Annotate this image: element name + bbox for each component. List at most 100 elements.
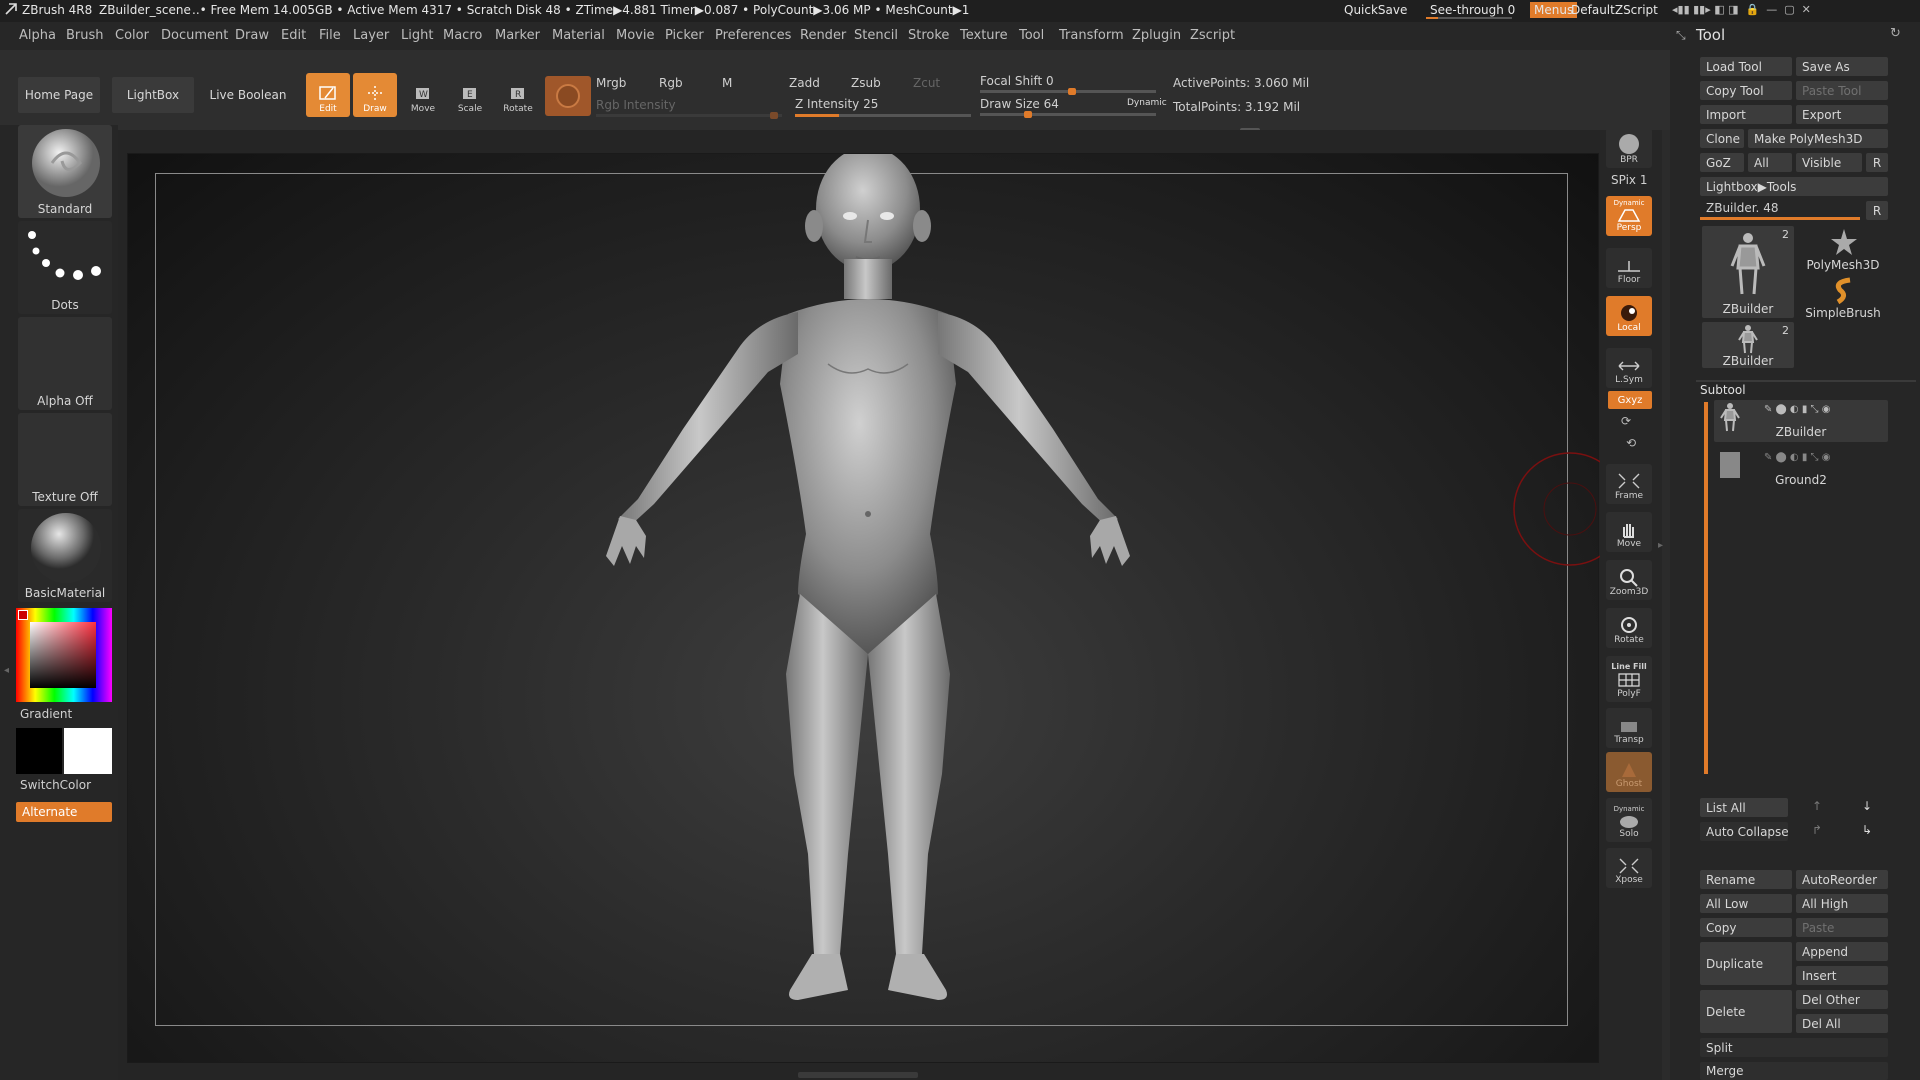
menu-document[interactable]: Document bbox=[161, 28, 228, 43]
alpha-thumbnail[interactable]: Alpha Off bbox=[18, 317, 112, 410]
draw-size-track[interactable] bbox=[980, 111, 1156, 118]
move-down-arrow-icon[interactable]: ↓ bbox=[1862, 799, 1872, 813]
right-tray-collapse-icon[interactable]: ▸ bbox=[1658, 540, 1663, 551]
layout-icons[interactable]: ◂▮▮ ▮▮▸ ◧ ◨ 🔒 — ▢ ✕ bbox=[1672, 3, 1811, 16]
frame-button[interactable]: Frame bbox=[1606, 464, 1652, 504]
menu-tool[interactable]: Tool bbox=[1019, 28, 1044, 43]
lightbox-tools-button[interactable]: Lightbox▶Tools bbox=[1700, 177, 1888, 196]
goz-button[interactable]: GoZ bbox=[1700, 153, 1744, 172]
auto-collapse-button[interactable]: Auto Collapse bbox=[1700, 822, 1789, 841]
ghost-button[interactable]: Ghost bbox=[1606, 752, 1652, 792]
export-button[interactable]: Export bbox=[1796, 105, 1888, 124]
clone-button[interactable]: Clone bbox=[1700, 129, 1744, 148]
zadd-toggle[interactable]: Zadd bbox=[789, 76, 820, 90]
scale-mode-button[interactable]: E Scale bbox=[448, 73, 492, 117]
move-view-button[interactable]: Move bbox=[1606, 512, 1652, 552]
draw-mode-button[interactable]: Draw bbox=[353, 73, 397, 117]
duplicate-button[interactable]: Duplicate bbox=[1700, 942, 1792, 985]
visibility-eye-icon[interactable]: ◉ bbox=[1822, 404, 1831, 415]
dynamic-toggle[interactable]: Dynamic bbox=[1127, 98, 1167, 108]
goz-visible-button[interactable]: Visible bbox=[1796, 153, 1862, 172]
tool-thumb-polymesh3d[interactable]: PolyMesh3D bbox=[1796, 228, 1890, 276]
draw-size-slider[interactable]: Draw Size 64 bbox=[980, 97, 1059, 111]
secondary-color-swatch[interactable] bbox=[16, 728, 62, 774]
zoom3d-button[interactable]: Zoom3D bbox=[1606, 560, 1652, 600]
move-up-arrow-icon[interactable]: ↑ bbox=[1812, 799, 1822, 813]
paste-subtool-button[interactable]: Paste bbox=[1796, 918, 1888, 937]
rgb-intensity-track[interactable] bbox=[596, 112, 782, 119]
menu-zplugin[interactable]: Zplugin bbox=[1132, 28, 1181, 43]
home-page-button[interactable]: Home Page bbox=[18, 77, 100, 113]
delete-button[interactable]: Delete bbox=[1700, 990, 1792, 1033]
left-tray-collapse-icon[interactable]: ◂ bbox=[4, 665, 10, 683]
menu-movie[interactable]: Movie bbox=[616, 28, 654, 43]
menu-macro[interactable]: Macro bbox=[443, 28, 482, 43]
solo-button[interactable]: Dynamic Solo bbox=[1606, 798, 1652, 842]
mrgb-toggle[interactable]: Mrgb bbox=[596, 76, 626, 90]
menu-texture[interactable]: Texture bbox=[960, 28, 1008, 43]
z-intensity-track[interactable] bbox=[795, 114, 971, 117]
material-color-swatch[interactable] bbox=[545, 76, 591, 116]
goz-all-button[interactable]: All bbox=[1748, 153, 1792, 172]
menu-alpha[interactable]: Alpha bbox=[19, 28, 56, 43]
list-all-button[interactable]: List All bbox=[1700, 798, 1788, 817]
merge-menu[interactable]: Merge bbox=[1700, 1062, 1888, 1080]
del-other-button[interactable]: Del Other bbox=[1796, 990, 1888, 1009]
subtool-ground2-toggles[interactable]: ✎ ⬤ ◐ ▮ ⤡ ◉ bbox=[1764, 452, 1830, 463]
switch-color-button[interactable]: SwitchColor bbox=[20, 778, 91, 792]
zbuilder-figure[interactable] bbox=[468, 154, 1228, 1064]
spix-slider[interactable]: SPix 1 bbox=[1611, 173, 1647, 187]
tool-slider-track[interactable] bbox=[1700, 217, 1860, 220]
tool-thumb-zbuilder[interactable]: 2 ZBuilder bbox=[1702, 226, 1794, 318]
tool-slider-r-button[interactable]: R bbox=[1866, 201, 1888, 220]
split-menu[interactable]: Split bbox=[1700, 1038, 1888, 1057]
see-through-track[interactable] bbox=[1426, 17, 1512, 19]
menu-edit[interactable]: Edit bbox=[281, 28, 306, 43]
material-thumbnail[interactable]: BasicMaterial bbox=[18, 509, 112, 602]
rotate-mode-button[interactable]: R Rotate bbox=[496, 73, 540, 117]
palette-dock-icon[interactable]: ↻ bbox=[1890, 26, 1901, 41]
menu-file[interactable]: File bbox=[319, 28, 341, 43]
subtool-zbuilder-toggles[interactable]: ✎ ⬤ ◐ ▮ ⤡ ◉ bbox=[1764, 404, 1830, 415]
rotate-view-button[interactable]: Rotate bbox=[1606, 608, 1652, 648]
focal-shift-track[interactable] bbox=[980, 88, 1156, 95]
menu-picker[interactable]: Picker bbox=[665, 28, 704, 43]
texture-thumbnail[interactable]: Texture Off bbox=[18, 413, 112, 506]
arrow-up-turn-icon[interactable]: ↱ bbox=[1812, 823, 1822, 837]
persp-button[interactable]: Dynamic Persp bbox=[1606, 196, 1652, 236]
stroke-thumbnail[interactable]: Dots bbox=[18, 221, 112, 314]
gradient-label[interactable]: Gradient bbox=[20, 707, 72, 721]
alternate-button[interactable]: Alternate bbox=[16, 802, 112, 822]
tool-slider[interactable]: ZBuilder. 48 bbox=[1706, 201, 1778, 215]
menu-zscript[interactable]: Zscript bbox=[1190, 28, 1235, 43]
menu-marker[interactable]: Marker bbox=[495, 28, 540, 43]
menu-preferences[interactable]: Preferences bbox=[715, 28, 791, 43]
default-zscript-button[interactable]: DefaultZScript bbox=[1571, 3, 1658, 17]
menu-material[interactable]: Material bbox=[552, 28, 605, 43]
z-intensity-slider[interactable]: Z Intensity 25 bbox=[795, 97, 878, 111]
rgb-intensity-slider[interactable]: Rgb Intensity bbox=[596, 98, 676, 112]
subtool-item-zbuilder[interactable]: ✎ ⬤ ◐ ▮ ⤡ ◉ ZBuilder bbox=[1714, 400, 1888, 442]
load-tool-button[interactable]: Load Tool bbox=[1700, 57, 1792, 76]
floor-button[interactable]: Floor bbox=[1606, 248, 1652, 288]
color-picker-square[interactable] bbox=[30, 622, 96, 688]
rotation-axis-y-icon[interactable]: ⟳ bbox=[1621, 414, 1631, 428]
tool-thumb-simplebrush[interactable]: SimpleBrush bbox=[1796, 276, 1890, 324]
menu-stroke[interactable]: Stroke bbox=[908, 28, 949, 43]
tool-thumb-zbuilder-2[interactable]: 2 ZBuilder bbox=[1702, 322, 1794, 368]
rgb-toggle[interactable]: Rgb bbox=[659, 76, 683, 90]
lsym-button[interactable]: L.Sym bbox=[1606, 348, 1652, 388]
quicksave-button[interactable]: QuickSave bbox=[1344, 3, 1407, 17]
menu-draw[interactable]: Draw bbox=[235, 28, 269, 43]
menu-brush[interactable]: Brush bbox=[66, 28, 104, 43]
subtool-item-ground2[interactable]: ✎ ⬤ ◐ ▮ ⤡ ◉ Ground2 bbox=[1714, 448, 1888, 490]
live-boolean-button[interactable]: Live Boolean bbox=[206, 77, 290, 113]
color-picker[interactable] bbox=[16, 608, 112, 702]
all-low-button[interactable]: All Low bbox=[1700, 894, 1792, 913]
menu-stencil[interactable]: Stencil bbox=[854, 28, 898, 43]
move-mode-button[interactable]: W Move bbox=[401, 73, 445, 117]
save-as-button[interactable]: Save As bbox=[1796, 57, 1888, 76]
menu-color[interactable]: Color bbox=[115, 28, 149, 43]
menu-transform[interactable]: Transform bbox=[1059, 28, 1124, 43]
paste-tool-button[interactable]: Paste Tool bbox=[1796, 81, 1888, 100]
